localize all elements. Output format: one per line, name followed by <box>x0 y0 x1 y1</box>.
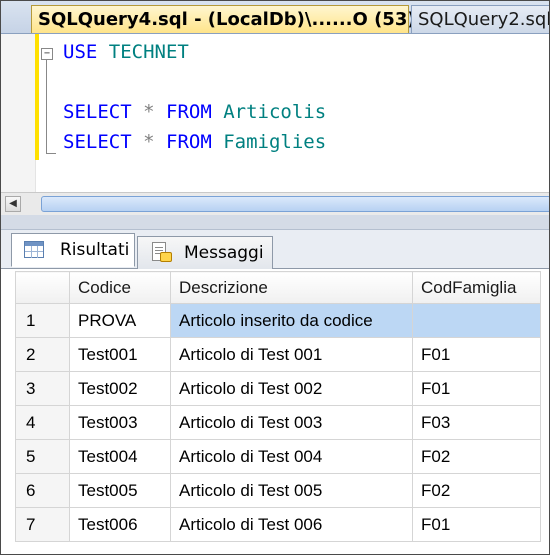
row-number[interactable]: 2 <box>15 337 70 372</box>
cell-codice[interactable]: Test003 <box>69 405 171 440</box>
row-number[interactable]: 1 <box>15 303 70 338</box>
cell-codfamiglia[interactable]: F01 <box>412 337 541 372</box>
tab-sqlquery4[interactable]: SQLQuery4.sql - (LocalDb)\......O (53))* <box>31 5 433 33</box>
cell-codfamiglia[interactable]: F01 <box>412 371 541 406</box>
cell-codice[interactable]: PROVA <box>69 303 171 338</box>
tab-risultati-label: Risultati <box>60 240 130 260</box>
keyword-from: FROM <box>166 131 212 153</box>
header-row: Codice Descrizione CodFamiglia <box>15 271 541 304</box>
row-number[interactable]: 4 <box>15 405 70 440</box>
column-header-codfamiglia[interactable]: CodFamiglia <box>412 271 541 304</box>
collapse-toggle-icon[interactable]: − <box>41 48 53 60</box>
keyword-from: FROM <box>166 101 212 123</box>
messages-icon <box>152 242 172 264</box>
identifier-table: Famiglies <box>223 131 327 153</box>
sql-editor[interactable]: − USE TECHNET SELECT * FROM Articolis SE… <box>1 34 549 192</box>
editor-margin <box>1 34 36 192</box>
cell-descrizione[interactable]: Articolo di Test 005 <box>170 473 413 508</box>
cell-codice[interactable]: Test004 <box>69 439 171 474</box>
column-header-descrizione[interactable]: Descrizione <box>170 271 413 304</box>
scroll-left-icon[interactable]: ◀ <box>5 196 21 212</box>
editor-horizontal-scrollbar[interactable]: ◀ <box>1 192 549 215</box>
operator-star: * <box>143 131 155 153</box>
cell-descrizione[interactable]: Articolo di Test 003 <box>170 405 413 440</box>
cell-descrizione[interactable]: Articolo di Test 002 <box>170 371 413 406</box>
row-number-header[interactable] <box>15 271 70 304</box>
cell-descrizione[interactable]: Articolo inserito da codice <box>170 303 413 338</box>
cell-codice[interactable]: Test001 <box>69 337 171 372</box>
cell-codfamiglia[interactable]: F01 <box>412 507 541 542</box>
cell-descrizione[interactable]: Articolo di Test 004 <box>170 439 413 474</box>
cell-codice[interactable]: Test006 <box>69 507 171 542</box>
cell-codfamiglia[interactable]: F03 <box>412 405 541 440</box>
code-line-1[interactable]: USE TECHNET <box>63 40 189 64</box>
row-number[interactable]: 6 <box>15 473 70 508</box>
tab-risultati[interactable]: Risultati <box>11 233 135 267</box>
document-tab-strip: SQLQuery4.sql - (LocalDb)\......O (53))*… <box>1 1 549 34</box>
tab-messaggi-label: Messaggi <box>184 243 264 263</box>
outline-line <box>46 60 47 154</box>
scrollbar-thumb[interactable] <box>41 196 549 212</box>
results-grid: Codice Descrizione CodFamiglia 1 PROVA A… <box>15 271 541 542</box>
table-row[interactable]: 6 Test005 Articolo di Test 005 F02 <box>15 473 541 508</box>
outline-end <box>46 153 56 154</box>
code-line-3[interactable]: SELECT * FROM Articolis <box>63 100 326 124</box>
identifier-database: TECHNET <box>108 41 189 63</box>
table-row[interactable]: 3 Test002 Articolo di Test 002 F01 <box>15 371 541 406</box>
table-row[interactable]: 2 Test001 Articolo di Test 001 F01 <box>15 337 541 372</box>
keyword-use: USE <box>63 41 98 63</box>
keyword-select: SELECT <box>63 131 132 153</box>
change-tracking-bar <box>35 34 39 160</box>
pane-splitter[interactable] <box>1 215 549 230</box>
cell-codice[interactable]: Test002 <box>69 371 171 406</box>
table-row[interactable]: 1 PROVA Articolo inserito da codice <box>15 303 541 338</box>
cell-descrizione[interactable]: Articolo di Test 006 <box>170 507 413 542</box>
cell-codfamiglia[interactable] <box>412 303 541 338</box>
row-number[interactable]: 7 <box>15 507 70 542</box>
ssms-query-window: SQLQuery4.sql - (LocalDb)\......O (53))*… <box>0 0 550 555</box>
operator-star: * <box>143 101 155 123</box>
column-header-codice[interactable]: Codice <box>69 271 171 304</box>
cell-codice[interactable]: Test005 <box>69 473 171 508</box>
keyword-select: SELECT <box>63 101 132 123</box>
tab-messaggi[interactable]: Messaggi <box>137 236 273 270</box>
table-row[interactable]: 4 Test003 Articolo di Test 003 F03 <box>15 405 541 440</box>
cell-codfamiglia[interactable]: F02 <box>412 439 541 474</box>
code-line-4[interactable]: SELECT * FROM Famiglies <box>63 130 326 154</box>
table-row[interactable]: 5 Test004 Articolo di Test 004 F02 <box>15 439 541 474</box>
table-row[interactable]: 7 Test006 Articolo di Test 006 F01 <box>15 507 541 542</box>
row-number[interactable]: 5 <box>15 439 70 474</box>
cell-descrizione[interactable]: Articolo di Test 001 <box>170 337 413 372</box>
row-number[interactable]: 3 <box>15 371 70 406</box>
tab-sqlquery2[interactable]: SQLQuery2.sql <box>411 5 549 33</box>
cell-codfamiglia[interactable]: F02 <box>412 473 541 508</box>
results-grid-pane: Codice Descrizione CodFamiglia 1 PROVA A… <box>1 269 549 554</box>
identifier-table: Articolis <box>223 101 327 123</box>
grid-icon <box>24 241 44 258</box>
results-tab-strip: Risultati Messaggi <box>1 230 549 270</box>
